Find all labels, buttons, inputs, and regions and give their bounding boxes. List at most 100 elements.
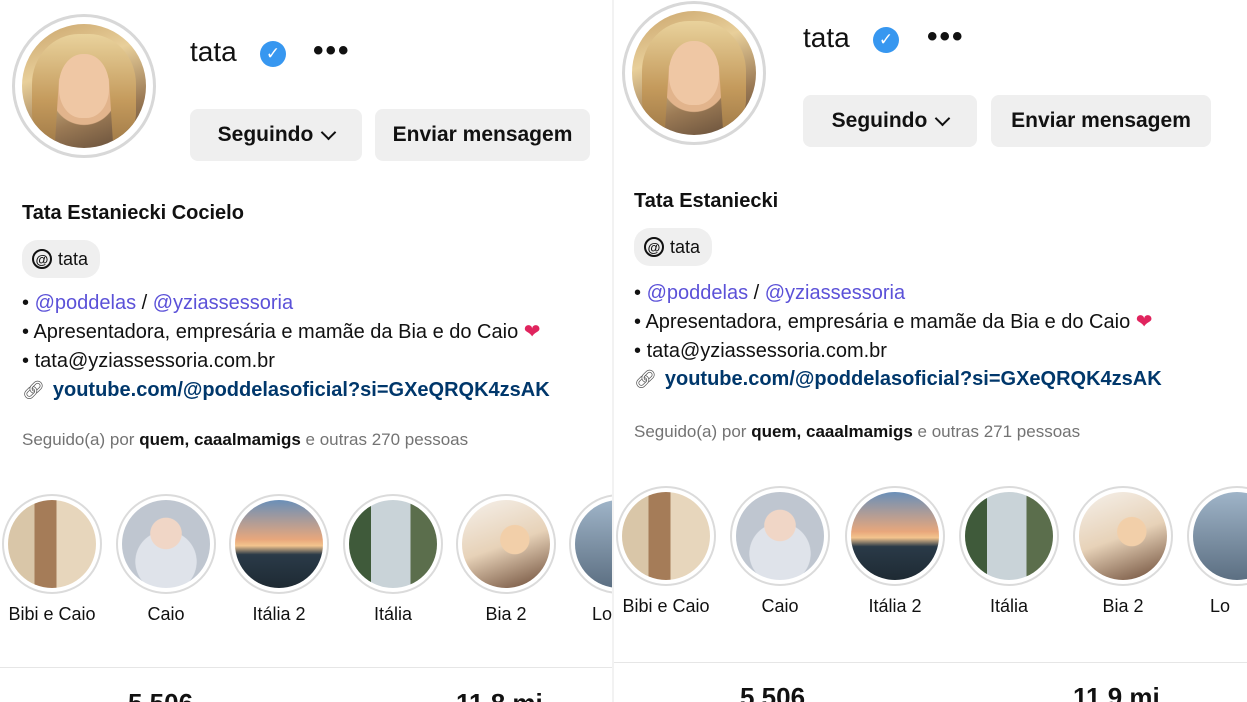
followed-by[interactable]: Seguido(a) por quem, caaalmamigs e outra… <box>634 422 1080 442</box>
highlight-label: Lo <box>592 604 613 624</box>
highlight-lo[interactable]: Lo <box>1182 486 1247 617</box>
bullet: • <box>22 292 30 314</box>
profile-screenshot-right: tata ✓ ••• Seguindo Enviar mensagem Tata… <box>613 0 1247 702</box>
send-message-button[interactable]: Enviar mensagem <box>375 109 590 161</box>
bio-line-email: • tata@yziassessoria.com.br <box>22 347 541 376</box>
highlight-label: Itália <box>989 596 1029 616</box>
slash: / <box>141 292 148 314</box>
highlight-label: Itália <box>373 604 413 624</box>
threads-badge[interactable]: @ tata <box>634 228 713 266</box>
slash: / <box>753 282 760 304</box>
bullet: • <box>634 311 642 333</box>
highlight-cover <box>622 492 710 580</box>
highlight-italia[interactable]: Itália <box>338 494 448 625</box>
highlight-bia-2[interactable]: Bia 2 <box>1068 486 1178 617</box>
heart-icon: ❤ <box>523 321 541 343</box>
highlight-caio[interactable]: Caio <box>725 486 835 617</box>
highlight-label: Bia 2 <box>485 604 527 624</box>
comma: , <box>796 422 802 441</box>
followed-user-1: quem <box>139 430 185 449</box>
stat-posts[interactable]: 5.506 <box>740 682 805 702</box>
more-options-icon[interactable]: ••• <box>927 22 965 52</box>
followed-prefix: Seguido(a) por <box>22 430 135 449</box>
stat-posts[interactable]: 5.506 <box>128 688 193 702</box>
threads-handle: tata <box>670 236 701 257</box>
stat-followers[interactable]: 11,9 mi <box>1073 682 1160 702</box>
avatar[interactable] <box>632 11 756 135</box>
highlight-caio[interactable]: Caio <box>111 494 221 625</box>
followed-suffix: e outras 270 pessoas <box>305 430 469 449</box>
bio-line-description: • Apresentadora, empresária e mamãe da B… <box>22 318 541 347</box>
followed-prefix: Seguido(a) por <box>634 422 747 441</box>
bullet: • <box>22 350 30 372</box>
send-message-button[interactable]: Enviar mensagem <box>991 95 1211 147</box>
followed-by[interactable]: Seguido(a) por quem, caaalmamigs e outra… <box>22 430 468 450</box>
verified-badge-icon: ✓ <box>260 41 286 67</box>
profile-link-text: youtube.com/@poddelasoficial?si=GXeQRQK4… <box>664 368 1162 390</box>
highlight-italia-2[interactable]: Itália 2 <box>840 486 950 617</box>
highlight-cover <box>1079 492 1167 580</box>
threads-icon: @ <box>32 249 52 269</box>
highlight-cover <box>736 492 824 580</box>
bio-line-mentions: • @poddelas / @yziassessoria <box>22 289 541 318</box>
divider <box>613 662 1247 663</box>
highlight-italia-2[interactable]: Itália 2 <box>224 494 334 625</box>
stat-followers[interactable]: 11,8 mi <box>456 688 543 702</box>
highlight-cover <box>349 500 437 588</box>
highlight-bibi-e-caio[interactable]: Bibi e Caio <box>613 486 721 617</box>
followed-user-2: caaalmamigs <box>806 422 913 441</box>
highlight-cover <box>462 500 550 588</box>
highlight-italia[interactable]: Itália <box>954 486 1064 617</box>
username: tata <box>190 36 237 67</box>
mention-poddelas[interactable]: @poddelas <box>35 292 136 314</box>
threads-badge[interactable]: @ tata <box>22 240 101 278</box>
highlight-cover <box>965 492 1053 580</box>
highlight-cover <box>8 500 96 588</box>
bio: • @poddelas / @yziassessoria • Apresenta… <box>634 279 1153 366</box>
mention-poddelas[interactable]: @poddelas <box>647 282 748 304</box>
highlight-bibi-e-caio[interactable]: Bibi e Caio <box>0 494 107 625</box>
profile-screenshot-left: tata ✓ ••• Seguindo Enviar mensagem Tata… <box>0 0 613 702</box>
threads-icon: @ <box>644 237 664 257</box>
highlight-lo[interactable]: Lo <box>564 494 613 625</box>
highlight-label: Caio <box>147 604 185 624</box>
bullet: • <box>634 282 642 304</box>
bio-line-email: • tata@yziassessoria.com.br <box>634 337 1153 366</box>
highlight-cover <box>1193 492 1247 580</box>
following-button-label: Seguindo <box>831 108 928 132</box>
bio-line-description: • Apresentadora, empresária e mamãe da B… <box>634 308 1153 337</box>
profile-link[interactable]: 🔗︎ youtube.com/@poddelasoficial?si=GXeQRQ… <box>634 368 1162 391</box>
verified-badge-icon: ✓ <box>873 27 899 53</box>
following-button[interactable]: Seguindo <box>803 95 977 147</box>
bio-description: Apresentadora, empresária e mamãe da Bia… <box>645 311 1131 333</box>
bio-email: tata@yziassessoria.com.br <box>646 340 887 362</box>
highlight-cover <box>575 500 613 588</box>
full-name: Tata Estaniecki Cocielo <box>22 202 244 224</box>
threads-handle: tata <box>58 248 89 269</box>
mention-yziassessoria[interactable]: @yziassessoria <box>153 292 293 314</box>
bio-line-mentions: • @poddelas / @yziassessoria <box>634 279 1153 308</box>
highlight-label: Bibi e Caio <box>8 604 96 624</box>
followed-suffix: e outras 271 pessoas <box>917 422 1081 441</box>
followed-user-1: quem <box>751 422 797 441</box>
full-name: Tata Estaniecki <box>634 190 779 212</box>
followed-user-2: caaalmamigs <box>194 430 301 449</box>
highlight-bia-2[interactable]: Bia 2 <box>451 494 561 625</box>
avatar[interactable] <box>22 24 146 148</box>
highlight-label: Lo <box>1210 596 1231 616</box>
bullet: • <box>634 340 642 362</box>
bio: • @poddelas / @yziassessoria • Apresenta… <box>22 289 541 376</box>
profile-link-text: youtube.com/@poddelasoficial?si=GXeQRQK4… <box>52 379 550 401</box>
highlight-cover <box>851 492 939 580</box>
profile-link[interactable]: 🔗︎ youtube.com/@poddelasoficial?si=GXeQRQ… <box>22 379 550 402</box>
mention-yziassessoria[interactable]: @yziassessoria <box>765 282 905 304</box>
highlight-label: Caio <box>761 596 799 616</box>
heart-icon: ❤ <box>1135 311 1153 333</box>
more-options-icon[interactable]: ••• <box>313 36 351 66</box>
highlight-label: Itália 2 <box>252 604 306 624</box>
bio-description: Apresentadora, empresária e mamãe da Bia… <box>33 321 519 343</box>
highlight-label: Bibi e Caio <box>622 596 710 616</box>
highlight-cover <box>235 500 323 588</box>
following-button[interactable]: Seguindo <box>190 109 362 161</box>
link-icon: 🔗︎ <box>634 369 657 389</box>
